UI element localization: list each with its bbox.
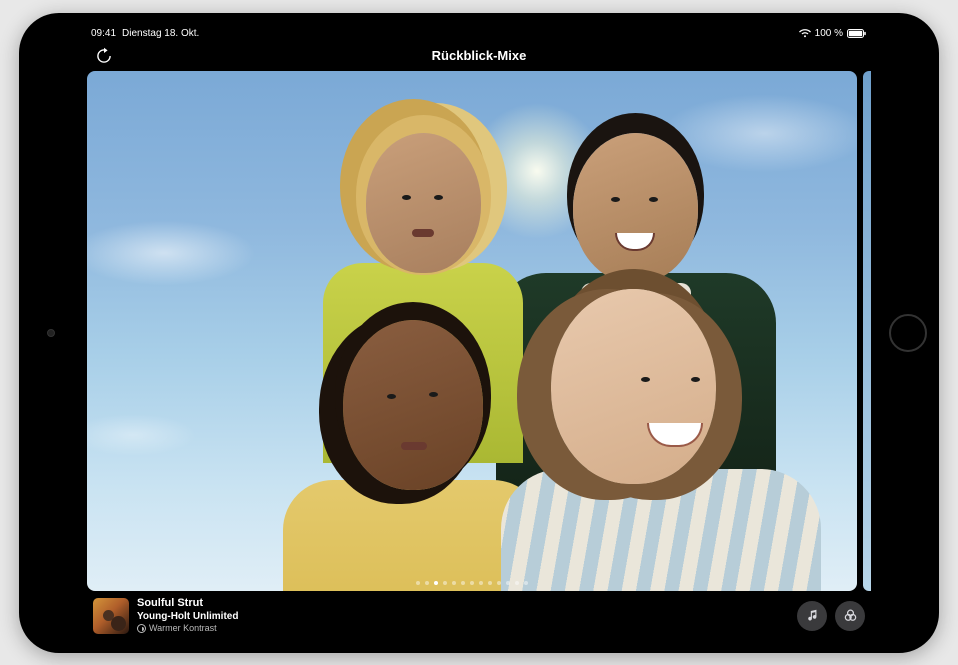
page-dot[interactable] — [425, 581, 429, 585]
nav-bar: Rückblick-Mixe — [81, 43, 877, 69]
page-dot[interactable] — [470, 581, 474, 585]
memory-photo-current[interactable] — [87, 71, 857, 591]
page-dot[interactable] — [452, 581, 456, 585]
status-time: 09:41 — [91, 28, 116, 39]
song-artist: Young-Holt Unlimited — [137, 611, 238, 624]
page-dot[interactable] — [443, 581, 447, 585]
ipad-device-frame: 09:41 Dienstag 18. Okt. 100 % Rückblick-… — [19, 13, 939, 653]
page-dot[interactable] — [488, 581, 492, 585]
bottom-toolbar: Soulful Strut Young-Holt Unlimited Warme… — [81, 591, 877, 641]
status-date: Dienstag 18. Okt. — [122, 28, 199, 39]
page-title: Rückblick-Mixe — [432, 48, 527, 63]
page-indicator[interactable] — [416, 581, 528, 585]
album-art — [93, 598, 129, 634]
back-replay-button[interactable] — [93, 45, 115, 67]
page-dot[interactable] — [506, 581, 510, 585]
music-button[interactable] — [797, 601, 827, 631]
wifi-icon — [799, 29, 811, 38]
song-title: Soulful Strut — [137, 597, 238, 611]
page-dot[interactable] — [515, 581, 519, 585]
battery-icon — [847, 29, 867, 38]
filter-icon — [137, 624, 146, 633]
home-button[interactable] — [889, 314, 927, 352]
memory-photo-next-peek[interactable] — [863, 71, 871, 591]
page-dot[interactable] — [416, 581, 420, 585]
status-bar: 09:41 Dienstag 18. Okt. 100 % — [81, 25, 877, 43]
filter-text: Warmer Kontrast — [149, 623, 217, 634]
screen: 09:41 Dienstag 18. Okt. 100 % Rückblick-… — [81, 25, 877, 641]
front-camera — [47, 329, 55, 337]
photo-carousel[interactable] — [81, 69, 877, 591]
page-dot[interactable] — [461, 581, 465, 585]
memory-filter-label: Warmer Kontrast — [137, 623, 238, 634]
status-battery-text: 100 % — [815, 28, 843, 39]
now-playing-block[interactable]: Soulful Strut Young-Holt Unlimited Warme… — [93, 597, 238, 635]
page-dot[interactable] — [479, 581, 483, 585]
filters-button[interactable] — [835, 601, 865, 631]
page-dot[interactable] — [434, 581, 438, 585]
page-dot[interactable] — [497, 581, 501, 585]
photo-people-group — [87, 71, 857, 591]
page-dot[interactable] — [524, 581, 528, 585]
